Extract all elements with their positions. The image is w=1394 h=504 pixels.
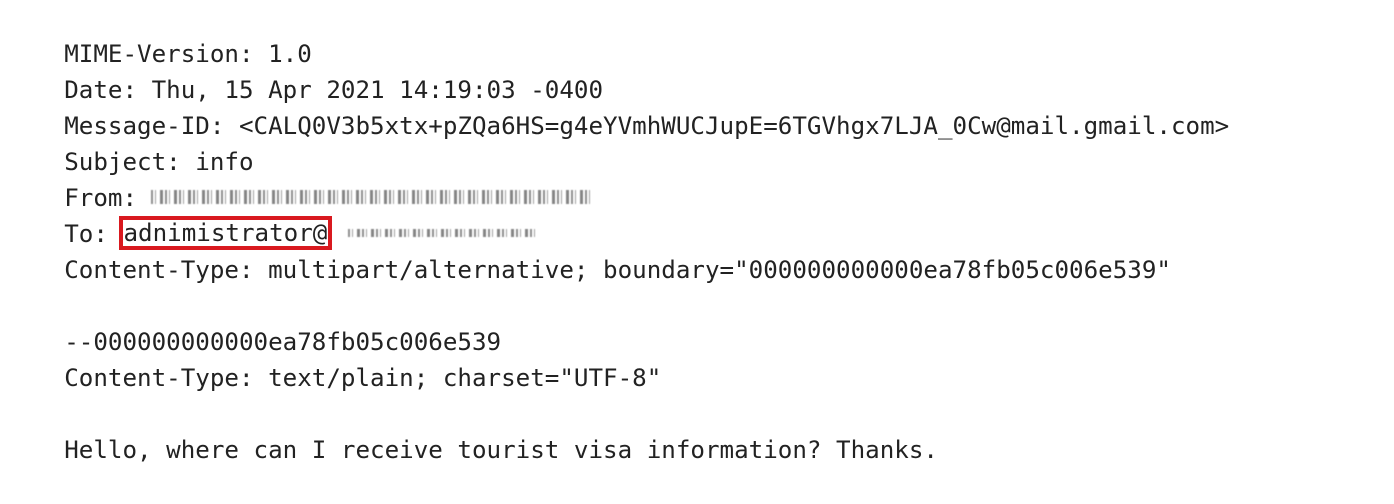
to-line: To: adnimistrator@ (6, 180, 539, 250)
body-text: Hello, where can I receive tourist visa … (64, 436, 938, 464)
content-type-line: Content-Type: multipart/alternative; bou… (6, 216, 1171, 284)
from-line: From: (6, 144, 592, 212)
mime-version-line: MIME-Version: 1.0 (6, 0, 312, 68)
subject-line: Subject: info (6, 108, 253, 176)
content-type-text: Content-Type: multipart/alternative; bou… (64, 256, 1171, 284)
part-content-type-line: Content-Type: text/plain; charset="UTF-8… (6, 324, 661, 392)
boundary-line: --000000000000ea78fb05c006e539 (6, 288, 501, 356)
date-line: Date: Thu, 15 Apr 2021 14:19:03 -0400 (6, 36, 603, 104)
message-id-line: Message-ID: <CALQ0V3b5xtx+pZQa6HS=g4eYVm… (6, 72, 1229, 140)
part-content-type-text: Content-Type: text/plain; charset="UTF-8… (64, 364, 662, 392)
body-line: Hello, where can I receive tourist visa … (6, 396, 938, 464)
